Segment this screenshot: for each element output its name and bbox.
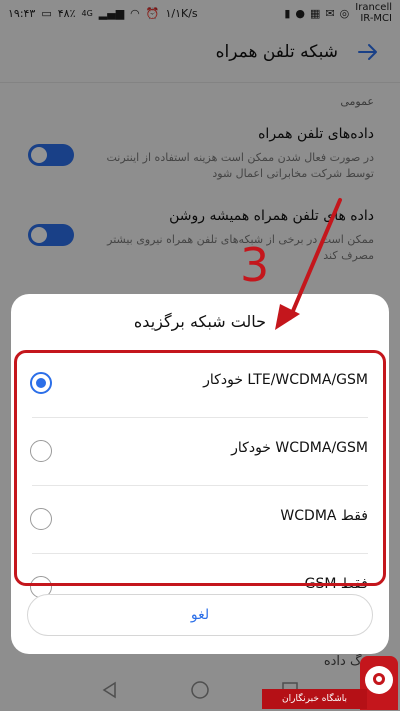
cancel-button[interactable]: لغو [27,594,373,636]
logo-circle [365,666,393,694]
annotation-highlight-frame [14,350,386,586]
dialog-title: حالت شبکه برگزیده [133,312,267,331]
logo-ring [373,673,385,685]
annotation-step-number: 3 [240,238,270,292]
watermark-text: باشگاه خبرنگاران [262,689,367,709]
